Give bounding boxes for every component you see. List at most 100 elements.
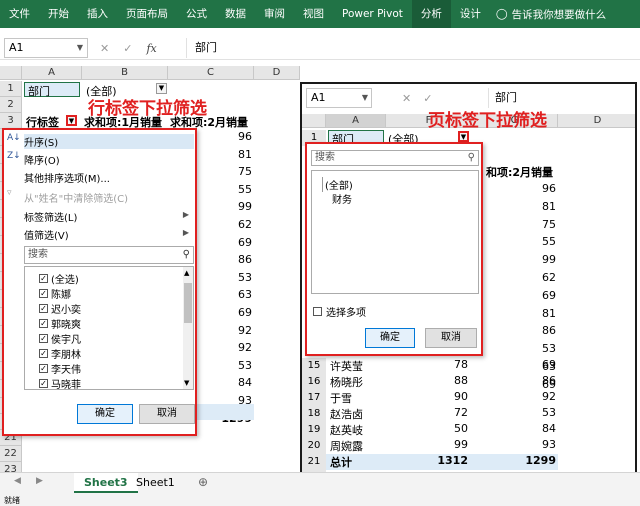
cell-h-value[interactable]: 55 [502, 235, 556, 248]
checklist-item[interactable]: ✓ 迟小奕 [39, 301, 81, 316]
cell-c-value[interactable]: 99 [200, 200, 252, 213]
tab-home[interactable]: 开始 [39, 0, 78, 28]
row-header[interactable]: 15 [302, 358, 326, 374]
page-filter-dropdown-2[interactable]: ▼ [458, 131, 469, 142]
cell-jan-value[interactable]: 99 [422, 438, 468, 451]
tab-insert[interactable]: 插入 [78, 0, 117, 28]
checklist-item[interactable]: ✓ (全选) [39, 271, 79, 286]
cell-h-value[interactable]: 62 [502, 271, 556, 284]
cell-name[interactable]: 许英莹 [330, 358, 363, 374]
cell-c-value[interactable]: 92 [200, 324, 252, 337]
tab-view[interactable]: 视图 [294, 0, 333, 28]
page-filter-dropdown[interactable]: ▼ [156, 83, 167, 94]
cell-feb-value[interactable]: 53 [502, 406, 556, 419]
cell-jan-value[interactable]: 50 [422, 422, 468, 435]
chevron-down-icon[interactable]: ▼ [362, 89, 368, 107]
cell-c-value[interactable]: 53 [200, 359, 252, 372]
scroll-right-icon[interactable]: ▶ [36, 476, 43, 486]
cell-feb-value[interactable]: 84 [502, 422, 556, 435]
row-header[interactable]: 21 [302, 454, 326, 470]
add-sheet-icon[interactable]: ⊕ [198, 475, 208, 489]
cell-c3-2[interactable]: 和项:2月销量 [486, 164, 553, 180]
cell-h-value[interactable]: 81 [502, 200, 556, 213]
row-header[interactable]: 18 [302, 406, 326, 422]
menu-sort-desc[interactable]: 降序(O) [24, 152, 60, 167]
row-header[interactable]: 22 [0, 446, 22, 462]
col-header-b[interactable]: B [82, 66, 168, 80]
cell-h-value[interactable]: 96 [502, 182, 556, 195]
ok-button[interactable]: 确定 [77, 404, 133, 424]
col-header-c[interactable]: C [168, 66, 254, 80]
checkbox[interactable]: ✓ [39, 304, 48, 313]
formula-input[interactable]: 部门 [186, 38, 636, 58]
page-filter-search-input[interactable]: 搜索 ⚲ [311, 150, 479, 166]
menu-value-filter[interactable]: 值筛选(V) [24, 227, 69, 242]
multi-select-toggle[interactable]: 选择多项 [313, 304, 366, 319]
cell-c-value[interactable]: 55 [200, 183, 252, 196]
cell-c-value[interactable]: 53 [200, 271, 252, 284]
col-header-d-2[interactable]: D [558, 114, 635, 128]
cell-jan-value[interactable]: 90 [422, 390, 468, 403]
tab-review[interactable]: 审阅 [255, 0, 294, 28]
name-box[interactable]: A1 ▼ [4, 38, 88, 58]
enter-icon[interactable]: ✓ [123, 42, 132, 55]
cell-h-value[interactable]: 81 [502, 307, 556, 320]
cell-c-value[interactable]: 86 [200, 253, 252, 266]
cell-name[interactable]: 赵英岐 [330, 422, 363, 438]
scroll-up-icon[interactable]: ▲ [184, 269, 189, 277]
col-header-d[interactable]: D [254, 66, 300, 80]
menu-label-filter[interactable]: 标签筛选(L) [24, 209, 77, 224]
scrollbar[interactable]: ▲ ▼ [183, 267, 193, 389]
cell-c-value[interactable]: 69 [200, 306, 252, 319]
tab-analyze[interactable]: 分析 [411, 0, 451, 28]
filter-search-input[interactable]: 搜索 ⚲ [24, 246, 194, 264]
cell-jan-value[interactable]: 1312 [422, 454, 468, 467]
scroll-thumb[interactable] [184, 283, 192, 323]
cell-feb-value[interactable]: 92 [502, 390, 556, 403]
row-header[interactable]: 19 [302, 422, 326, 438]
tab-design[interactable]: 设计 [451, 0, 490, 28]
checkbox[interactable]: ✓ [39, 274, 48, 283]
row-header[interactable]: 16 [302, 374, 326, 390]
cell-name[interactable]: 杨晓彤 [330, 374, 363, 390]
checklist-item[interactable]: ✓ 侯宇凡 [39, 331, 81, 346]
row-header[interactable]: 17 [302, 390, 326, 406]
multi-select-checkbox[interactable] [313, 307, 322, 316]
cell-h-value[interactable]: 75 [502, 218, 556, 231]
enter-icon[interactable]: ✓ [423, 92, 432, 105]
cell-feb-value[interactable]: 1299 [502, 454, 556, 467]
cancel-button-2[interactable]: 取消 [425, 328, 477, 348]
cell-jan-value[interactable]: 88 [422, 374, 468, 387]
checkbox[interactable]: ✓ [39, 334, 48, 343]
checklist-item[interactable]: ✓ 陈娜 [39, 286, 71, 301]
cell-feb-value[interactable]: 69 [502, 358, 556, 371]
checklist-item[interactable]: ✓ 李天伟 [39, 361, 81, 376]
select-all-corner[interactable] [0, 66, 22, 80]
cell-c-value[interactable]: 81 [200, 148, 252, 161]
cell-c-value[interactable]: 63 [200, 288, 252, 301]
cell-name[interactable]: 于雪 [330, 390, 352, 406]
cell-jan-value[interactable]: 72 [422, 406, 468, 419]
cell-c-value[interactable]: 62 [200, 218, 252, 231]
menu-sort-asc[interactable]: 升序(S) [24, 134, 194, 149]
row-header[interactable]: 3 [0, 113, 22, 129]
list-item-finance[interactable]: 财务 [332, 191, 352, 206]
checkbox[interactable]: ✓ [39, 289, 48, 298]
cell-a1[interactable]: 部门 [24, 82, 80, 98]
cell-h-value[interactable]: 99 [502, 253, 556, 266]
cell-name[interactable]: 赵浩卤 [330, 406, 363, 422]
tab-formulas[interactable]: 公式 [177, 0, 216, 28]
row-header[interactable]: 1 [0, 81, 22, 97]
row-label-dropdown[interactable]: ▼ [66, 115, 77, 126]
checkbox[interactable]: ✓ [39, 364, 48, 373]
cell-jan-value[interactable]: 78 [422, 358, 468, 371]
list-item-all[interactable]: (全部) [322, 177, 355, 192]
ok-button-2[interactable]: 确定 [365, 328, 415, 348]
checkbox[interactable]: ✓ [39, 319, 48, 328]
cancel-button[interactable]: 取消 [139, 404, 195, 424]
chevron-down-icon[interactable]: ▼ [77, 39, 83, 57]
fx-icon[interactable]: fx [146, 42, 156, 55]
row-header[interactable]: 2 [0, 97, 22, 113]
cell-c-value[interactable]: 96 [200, 130, 252, 143]
cell-name[interactable]: 周婉露 [330, 438, 363, 454]
